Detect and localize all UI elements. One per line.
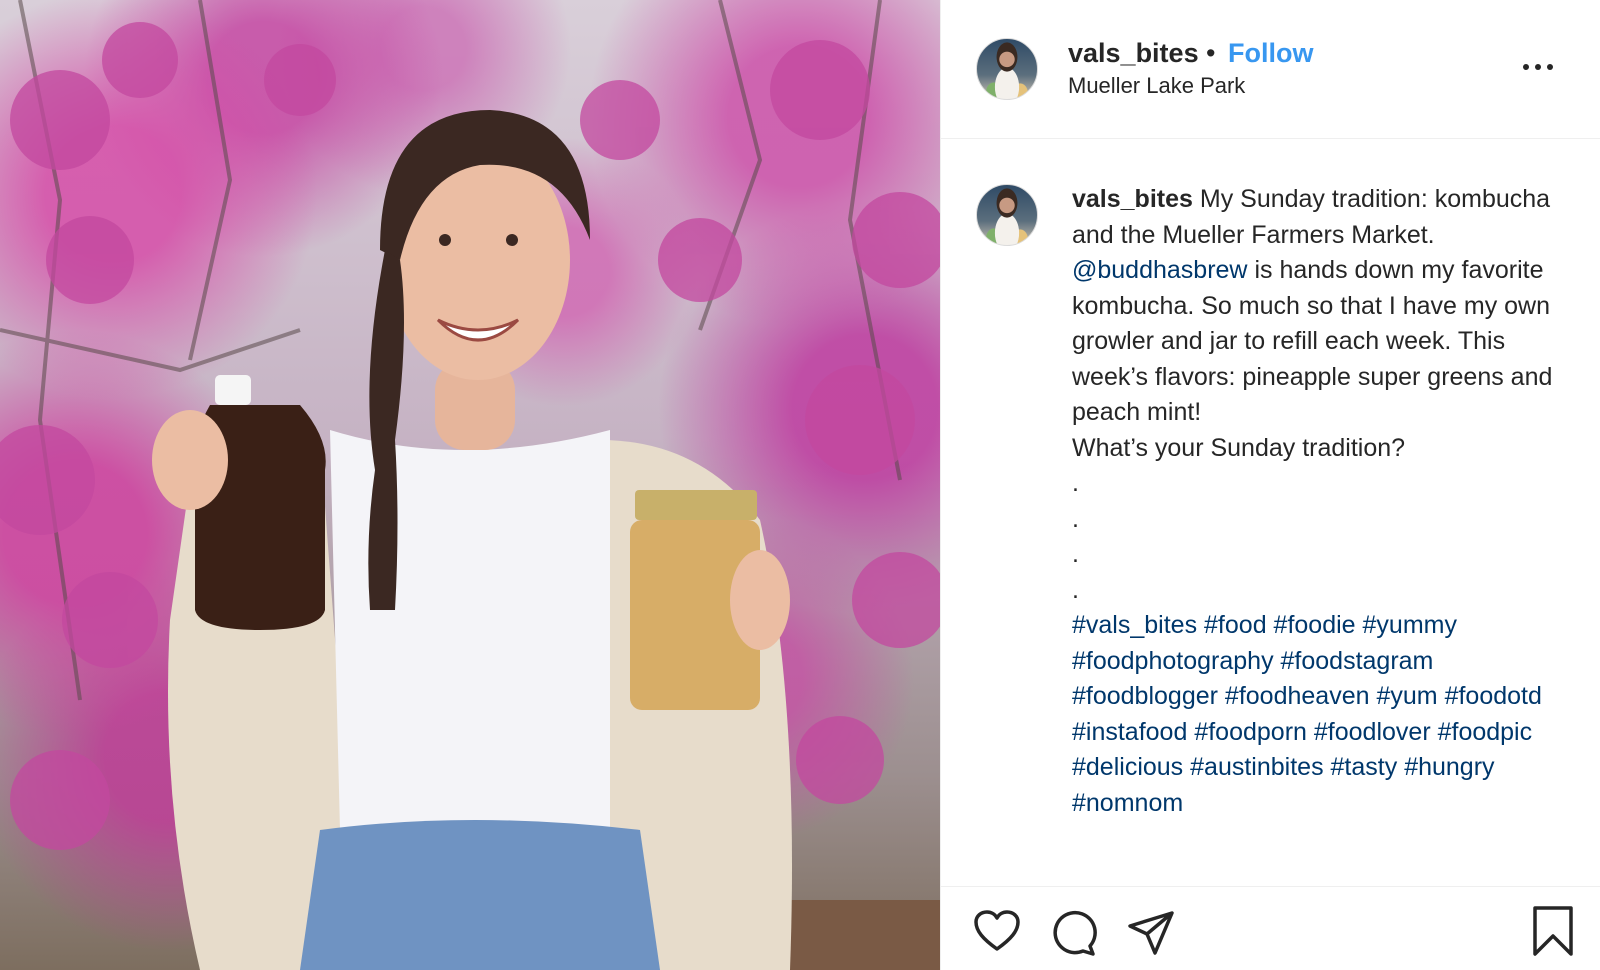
- caption-avatar[interactable]: [976, 184, 1038, 246]
- heart-icon[interactable]: [973, 909, 1021, 953]
- caption-dot: .: [1072, 469, 1079, 497]
- hashtag-link[interactable]: #foodpic: [1438, 718, 1533, 746]
- caption-dot: .: [1072, 540, 1079, 568]
- hashtag-list: #vals_bites #food #foodie #yummy #foodph…: [1072, 608, 1562, 821]
- caption-line-3: What’s your Sunday tradition?: [1072, 433, 1406, 462]
- mention-link[interactable]: @buddhasbrew: [1072, 256, 1248, 284]
- hashtag-link[interactable]: #foodblogger: [1072, 682, 1218, 710]
- hashtag-link[interactable]: #austinbites: [1190, 753, 1323, 781]
- send-icon[interactable]: [1127, 909, 1175, 957]
- hashtag-link[interactable]: #yum: [1376, 682, 1437, 710]
- caption-dot: .: [1072, 575, 1079, 604]
- caption-dot: .: [1072, 504, 1079, 533]
- caption-username[interactable]: vals_bites: [1072, 185, 1193, 213]
- hashtag-link[interactable]: #hungry: [1404, 753, 1494, 781]
- post-location[interactable]: Mueller Lake Park: [1068, 72, 1245, 100]
- post-photo[interactable]: [0, 0, 940, 970]
- photo-illustration: [0, 0, 940, 970]
- hashtag-link[interactable]: #foodphotography: [1072, 647, 1274, 675]
- hashtag-link[interactable]: #delicious: [1072, 753, 1183, 781]
- hashtag-link[interactable]: #foodporn: [1194, 718, 1307, 746]
- comment-icon[interactable]: [1049, 909, 1097, 957]
- caption-text: vals_bites My Sunday tradition: kombucha…: [1072, 182, 1562, 821]
- post-header: vals_bites • Follow Mueller Lake Park: [941, 0, 1600, 139]
- caption-section: vals_bites My Sunday tradition: kombucha…: [941, 140, 1600, 885]
- hashtag-link[interactable]: #foodheaven: [1225, 682, 1370, 710]
- post-sidebar: vals_bites • Follow Mueller Lake Park va…: [940, 0, 1600, 970]
- header-separator: •: [1206, 38, 1216, 68]
- hashtag-link[interactable]: #foodlover: [1314, 718, 1431, 746]
- hashtag-link[interactable]: #tasty: [1331, 753, 1398, 781]
- hashtag-link[interactable]: #yummy: [1363, 611, 1457, 639]
- hashtag-link[interactable]: #instafood: [1072, 718, 1187, 746]
- hashtag-link[interactable]: #food: [1204, 611, 1267, 639]
- hashtag-link[interactable]: #foodie: [1274, 611, 1356, 639]
- follow-button[interactable]: Follow: [1228, 36, 1313, 70]
- author-username[interactable]: vals_bites: [1068, 36, 1199, 70]
- hashtag-link[interactable]: #nomnom: [1072, 789, 1183, 817]
- hashtag-link[interactable]: #foodotd: [1445, 682, 1542, 710]
- more-options-icon[interactable]: [1523, 54, 1557, 78]
- bookmark-icon[interactable]: [1531, 905, 1575, 957]
- hashtag-link[interactable]: #vals_bites: [1072, 611, 1197, 639]
- action-bar: [941, 886, 1600, 970]
- hashtag-link[interactable]: #foodstagram: [1281, 647, 1434, 675]
- author-avatar[interactable]: [976, 38, 1038, 100]
